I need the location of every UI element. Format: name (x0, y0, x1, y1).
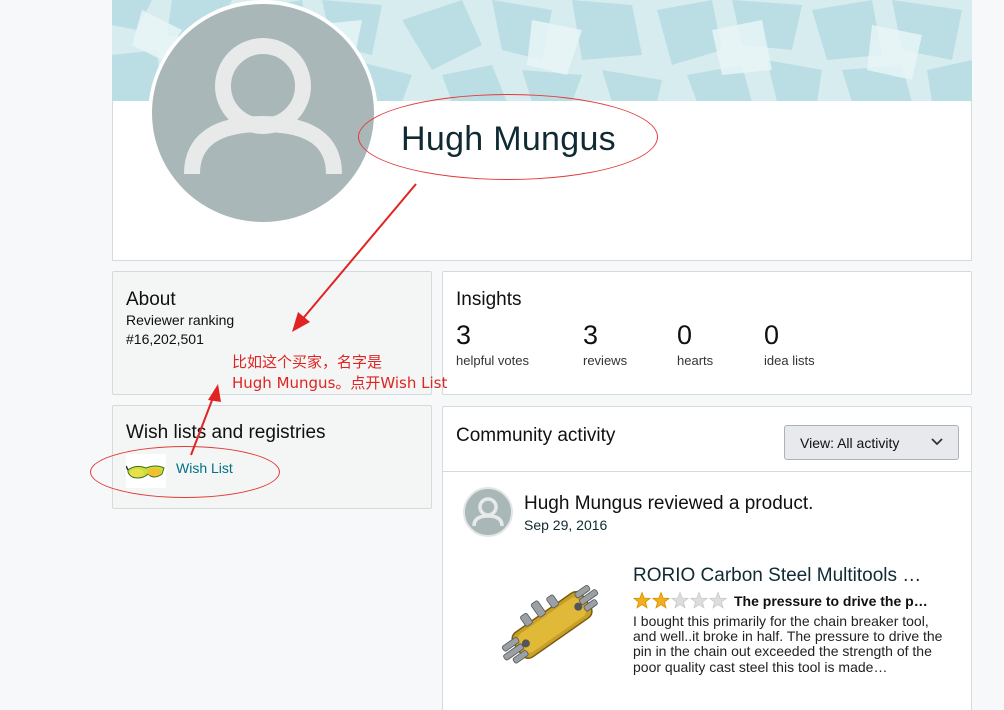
wishlist-link[interactable]: Wish List (176, 460, 233, 476)
chevron-down-icon (930, 435, 944, 452)
stat-reviews: 3 reviews (583, 320, 627, 368)
stat-hearts: 0 hearts (677, 320, 713, 368)
wishlist-thumbnail[interactable] (125, 454, 166, 488)
annotation-line: 比如这个买家，名字是 (232, 353, 383, 371)
stat-label: reviews (583, 353, 628, 368)
star-empty-icon (670, 591, 690, 609)
stat-idea-lists: 0 idea lists (764, 320, 815, 368)
stat-value: 0 (764, 320, 780, 350)
stat-label: helpful votes (456, 353, 529, 368)
activity-avatar[interactable] (463, 487, 513, 537)
star-empty-icon (708, 591, 728, 609)
view-filter-label: View: All activity (800, 435, 900, 451)
profile-avatar (152, 4, 374, 222)
reviewer-ranking-label: Reviewer ranking (126, 312, 235, 328)
star-empty-icon (689, 591, 709, 609)
annotation-text: 比如这个买家，名字是 Hugh Mungus。点开Wish List (232, 352, 447, 394)
stat-value: 3 (456, 320, 472, 350)
star-filled-icon (632, 591, 652, 609)
product-image[interactable] (491, 575, 611, 679)
stat-value: 3 (583, 320, 599, 350)
stat-label: hearts (677, 353, 714, 368)
stat-helpful-votes: 3 helpful votes (456, 320, 529, 368)
view-filter-dropdown[interactable]: View: All activity (784, 425, 959, 460)
about-title: About (126, 289, 176, 310)
community-activity-card: Community activity View: All activity Hu… (442, 406, 972, 710)
review-body: I bought this primarily for the chain br… (633, 613, 943, 675)
star-filled-icon (651, 591, 671, 609)
profile-name: Hugh Mungus (401, 120, 616, 158)
activity-headline: Hugh Mungus reviewed a product. (524, 493, 814, 514)
stat-value: 0 (677, 320, 693, 350)
wishlists-card: Wish lists and registries Wish List (112, 405, 432, 509)
insights-card: Insights 3 helpful votes 3 reviews 0 hea… (442, 271, 972, 395)
stat-label: idea lists (764, 353, 815, 368)
activity-date: Sep 29, 2016 (524, 517, 608, 533)
star-rating (632, 591, 729, 610)
insights-title: Insights (456, 289, 522, 310)
wishlists-title: Wish lists and registries (126, 422, 326, 443)
review-title[interactable]: The pressure to drive the p… (734, 593, 949, 609)
community-header: Community activity View: All activity (443, 407, 971, 472)
user-silhouette-icon (472, 497, 504, 527)
reviewer-ranking-value: #16,202,501 (126, 331, 204, 347)
annotation-line: Hugh Mungus。点开Wish List (232, 374, 448, 392)
community-title: Community activity (456, 425, 616, 446)
user-silhouette-icon (184, 38, 342, 175)
product-title-link[interactable]: RORIO Carbon Steel Multitools … (633, 565, 953, 587)
